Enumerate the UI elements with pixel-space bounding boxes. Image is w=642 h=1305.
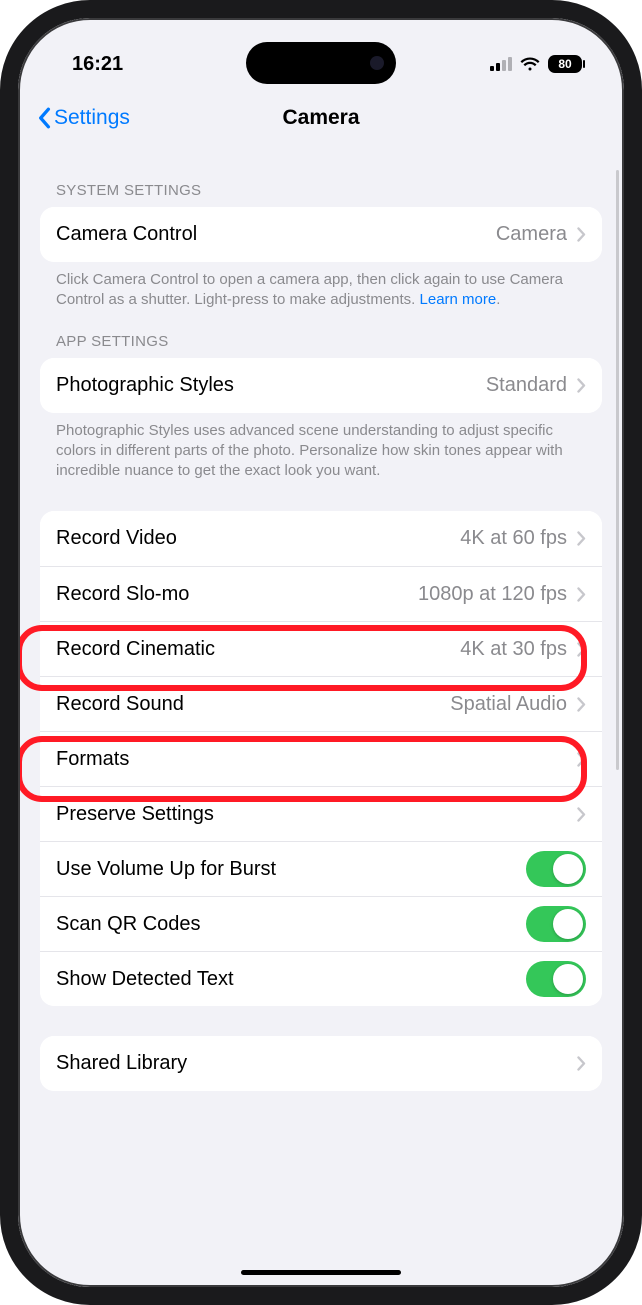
group-photographic-styles: Photographic Styles Standard: [40, 358, 602, 413]
row-value: Camera: [496, 223, 567, 246]
chevron-right-icon: [577, 378, 586, 393]
row-volume-burst[interactable]: Use Volume Up for Burst: [40, 841, 602, 896]
scroll-indicator[interactable]: [616, 170, 619, 770]
row-record-video[interactable]: Record Video 4K at 60 fps: [40, 511, 602, 566]
row-photographic-styles[interactable]: Photographic Styles Standard: [40, 358, 602, 413]
row-label: Use Volume Up for Burst: [56, 858, 526, 881]
row-camera-control[interactable]: Camera Control Camera: [40, 207, 602, 262]
group-shared-library: Shared Library: [40, 1036, 602, 1091]
section-footer-app: Photographic Styles uses advanced scene …: [40, 413, 602, 482]
chevron-left-icon: [36, 107, 52, 129]
nav-bar: Settings Camera: [20, 92, 622, 148]
row-label: Camera Control: [56, 223, 496, 246]
section-header-system: SYSTEM SETTINGS: [40, 148, 602, 207]
toggle-volume-burst[interactable]: [526, 851, 586, 887]
learn-more-link[interactable]: Learn more: [420, 291, 497, 308]
section-header-app: APP SETTINGS: [40, 311, 602, 358]
status-right: 80: [490, 55, 582, 73]
settings-content[interactable]: SYSTEM SETTINGS Camera Control Camera Cl…: [20, 148, 622, 1273]
row-label: Show Detected Text: [56, 968, 526, 991]
period: .: [496, 291, 500, 308]
row-record-sound[interactable]: Record Sound Spatial Audio: [40, 676, 602, 731]
chevron-right-icon: [577, 697, 586, 712]
cellular-signal-icon: [490, 57, 512, 71]
row-value: 4K at 60 fps: [460, 527, 567, 550]
row-value: Spatial Audio: [450, 693, 567, 716]
row-label: Record Slo-mo: [56, 583, 418, 606]
phone-frame: 16:21 80 Settings Camera: [0, 0, 642, 1305]
row-label: Shared Library: [56, 1052, 577, 1075]
home-indicator[interactable]: [241, 1270, 401, 1275]
section-footer-system: Click Camera Control to open a camera ap…: [40, 262, 602, 311]
chevron-right-icon: [577, 807, 586, 822]
row-value: 4K at 30 fps: [460, 638, 567, 661]
chevron-right-icon: [577, 1056, 586, 1071]
row-formats[interactable]: Formats: [40, 731, 602, 786]
row-label: Formats: [56, 748, 577, 771]
wifi-icon: [520, 57, 540, 72]
battery-percentage: 80: [548, 55, 582, 73]
chevron-right-icon: [577, 227, 586, 242]
group-system-settings: Camera Control Camera: [40, 207, 602, 262]
row-label: Photographic Styles: [56, 374, 486, 397]
status-time: 16:21: [72, 53, 123, 76]
battery-indicator: 80: [548, 55, 582, 73]
row-scan-qr[interactable]: Scan QR Codes: [40, 896, 602, 951]
row-value: Standard: [486, 374, 567, 397]
group-recording: Record Video 4K at 60 fps Record Slo-mo …: [40, 511, 602, 1006]
row-shared-library[interactable]: Shared Library: [40, 1036, 602, 1091]
row-record-cinematic[interactable]: Record Cinematic 4K at 30 fps: [40, 621, 602, 676]
row-value: 1080p at 120 fps: [418, 583, 567, 606]
dynamic-island: [246, 42, 396, 84]
toggle-detected-text[interactable]: [526, 961, 586, 997]
row-label: Record Sound: [56, 693, 450, 716]
row-label: Scan QR Codes: [56, 913, 526, 936]
phone-screen: 16:21 80 Settings Camera: [18, 18, 624, 1287]
chevron-right-icon: [577, 642, 586, 657]
row-label: Preserve Settings: [56, 803, 577, 826]
toggle-scan-qr[interactable]: [526, 906, 586, 942]
chevron-right-icon: [577, 531, 586, 546]
back-label: Settings: [54, 106, 130, 130]
back-button[interactable]: Settings: [36, 106, 130, 130]
chevron-right-icon: [577, 587, 586, 602]
row-detected-text[interactable]: Show Detected Text: [40, 951, 602, 1006]
row-label: Record Cinematic: [56, 638, 460, 661]
chevron-right-icon: [577, 752, 586, 767]
page-title: Camera: [282, 106, 359, 130]
row-record-slomo[interactable]: Record Slo-mo 1080p at 120 fps: [40, 566, 602, 621]
row-label: Record Video: [56, 527, 460, 550]
row-preserve-settings[interactable]: Preserve Settings: [40, 786, 602, 841]
